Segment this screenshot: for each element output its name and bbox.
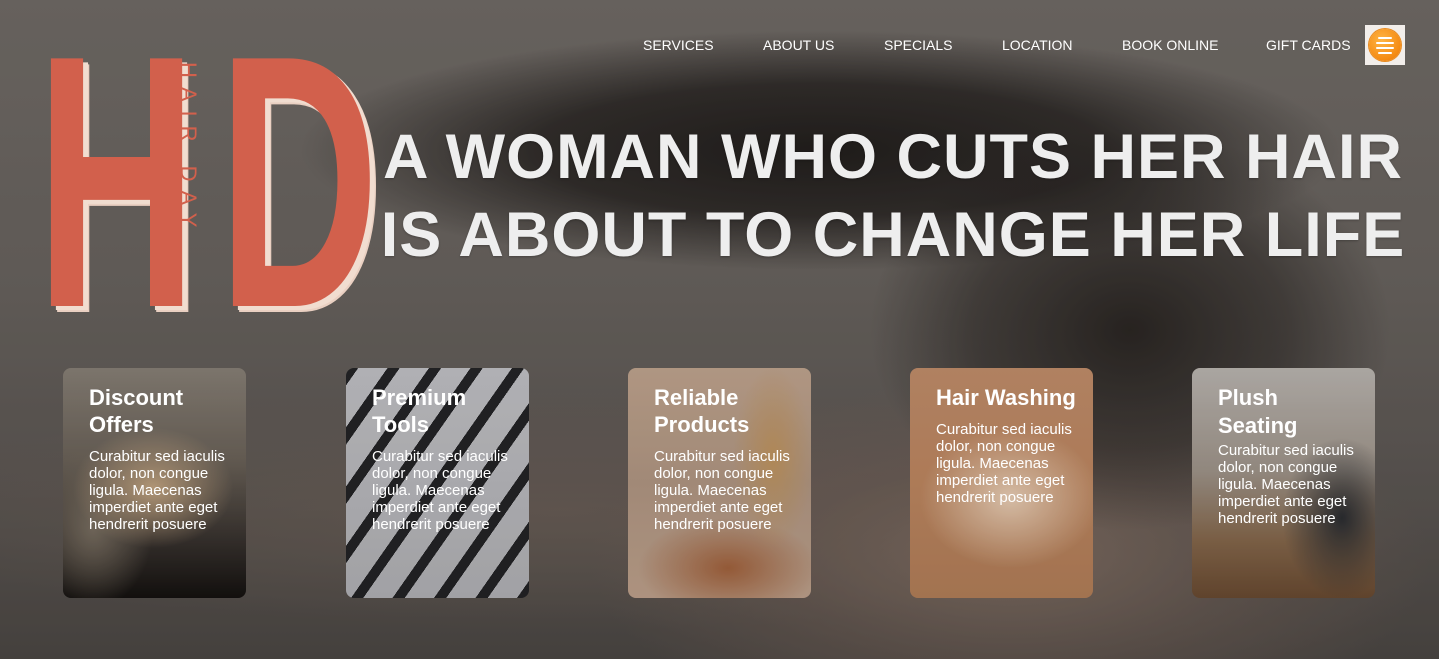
card-title: Discount Offers	[89, 385, 184, 437]
card-title: Reliable Products	[654, 385, 750, 437]
card-title: Plush Seating	[1218, 385, 1298, 438]
main-navigation: SERVICES ABOUT US SPECIALS LOCATION BOOK…	[643, 37, 1439, 57]
card-text: Curabitur sed iaculis dolor, non congue …	[89, 448, 225, 533]
feature-card-discount-offers[interactable]: Discount Offers Curabitur sed iaculis do…	[63, 368, 246, 598]
card-text: Curabitur sed iaculis dolor, non congue …	[372, 448, 508, 533]
card-text: Curabitur sed iaculis dolor, non congue …	[1218, 442, 1354, 527]
nav-about-us[interactable]: ABOUT US	[763, 37, 834, 53]
logo-letter-h: H	[36, 0, 197, 383]
headline-line-1: A WOMAN WHO CUTS HER HAIR	[382, 122, 1404, 192]
hair-day-logo[interactable]: H D HAIR DAY	[36, 2, 379, 362]
nav-location[interactable]: LOCATION	[1002, 37, 1073, 53]
logo-tagline: HAIR DAY	[176, 62, 201, 237]
menu-button[interactable]	[1365, 25, 1405, 65]
card-title: Premium Tools	[372, 385, 467, 437]
nav-gift-cards[interactable]: GIFT CARDS	[1266, 37, 1351, 53]
hamburger-icon	[1369, 29, 1401, 61]
card-title: Hair Washing	[936, 385, 1076, 410]
feature-card-plush-seating[interactable]: Plush Seating Curabitur sed iaculis dolo…	[1192, 368, 1375, 598]
feature-card-hair-washing[interactable]: Hair Washing Curabitur sed iaculis dolor…	[910, 368, 1093, 598]
feature-card-reliable-products[interactable]: Reliable Products Curabitur sed iaculis …	[628, 368, 811, 598]
nav-services[interactable]: SERVICES	[643, 37, 714, 53]
card-text: Curabitur sed iaculis dolor, non congue …	[654, 448, 790, 533]
feature-card-premium-tools[interactable]: Premium Tools Curabitur sed iaculis dolo…	[346, 368, 529, 598]
nav-specials[interactable]: SPECIALS	[884, 37, 952, 53]
headline-line-2: IS ABOUT TO CHANGE HER LIFE	[380, 200, 1406, 270]
card-text: Curabitur sed iaculis dolor, non congue …	[936, 421, 1072, 506]
hero-headline: A WOMAN WHO CUTS HER HAIR IS ABOUT TO CH…	[380, 118, 1406, 274]
nav-book-online[interactable]: BOOK ONLINE	[1122, 37, 1218, 53]
logo-letter-d: D	[218, 0, 379, 383]
